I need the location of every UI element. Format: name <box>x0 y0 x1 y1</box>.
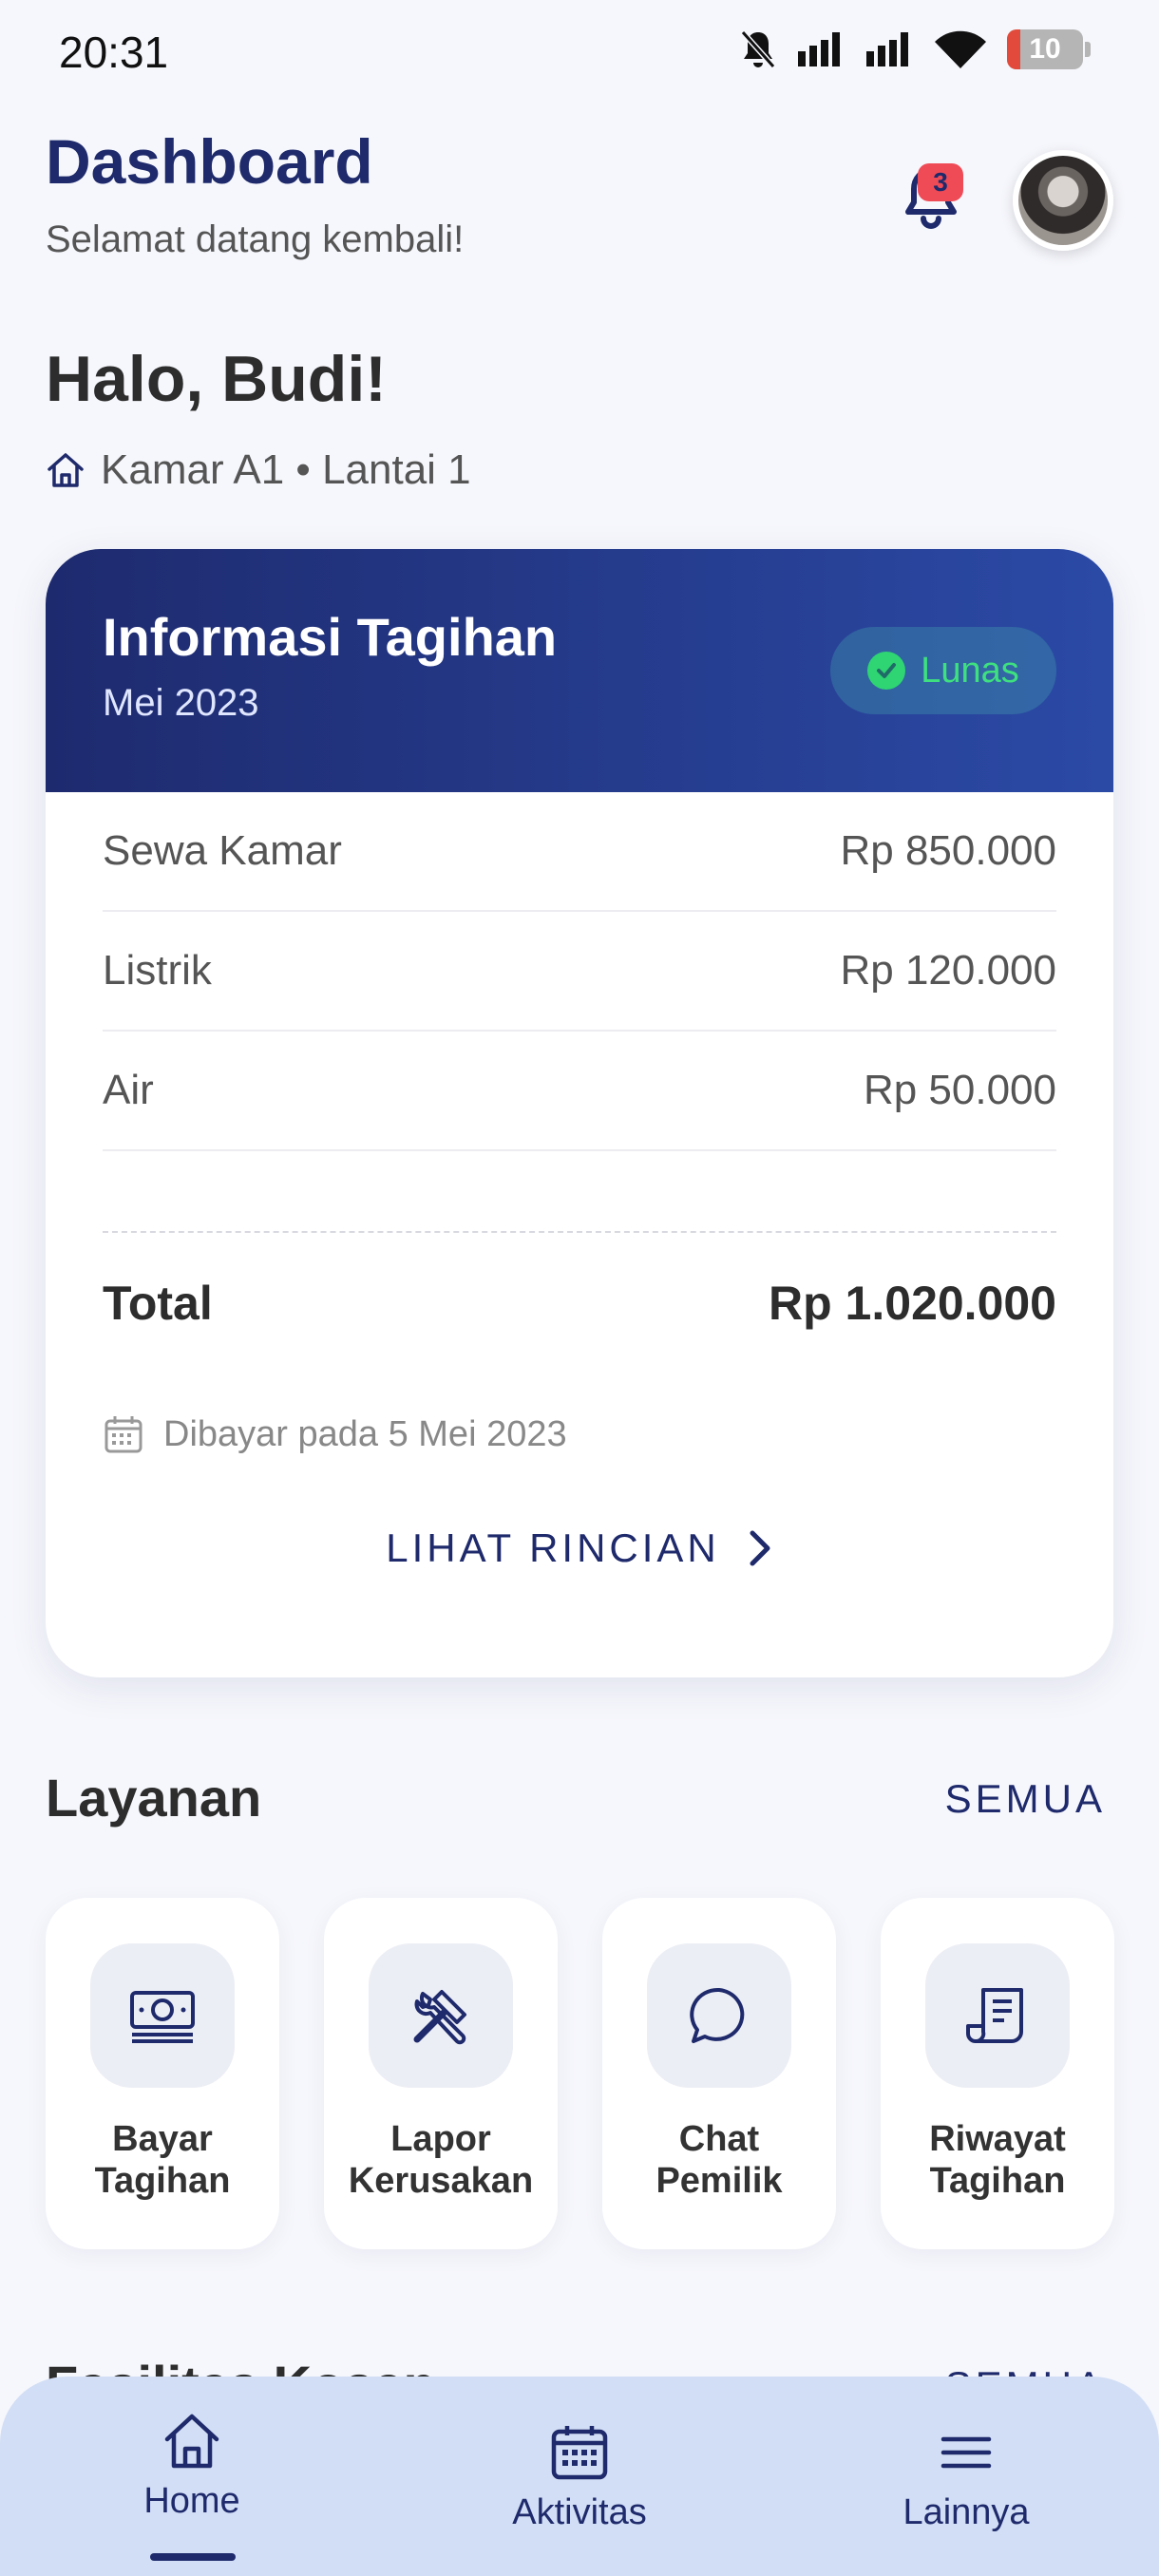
home-icon <box>164 2414 219 2469</box>
signal-icon-2 <box>866 32 908 66</box>
bill-card-header: Informasi Tagihan Mei 2023 Lunas <box>46 549 1113 792</box>
bill-item-amount: Rp 50.000 <box>863 1067 1056 1113</box>
bill-month: Mei 2023 <box>103 682 259 724</box>
status-time: 20:31 <box>59 28 169 77</box>
bill-item-amount: Rp 120.000 <box>840 947 1056 994</box>
total-amount: Rp 1.020.000 <box>769 1277 1056 1330</box>
service-label: Chat Pemilik <box>656 2119 783 2201</box>
status-bar: 20:31 10 <box>0 0 1159 104</box>
service-icon-box <box>90 1943 235 2088</box>
bill-row: Air Rp 50.000 <box>103 1032 1056 1151</box>
receipt-icon <box>966 1988 1023 2043</box>
paid-date: Dibayar pada 5 Mei 2023 <box>103 1413 567 1455</box>
mute-bell-icon <box>740 30 776 68</box>
bill-item-label: Air <box>103 1067 154 1113</box>
tools-icon <box>413 1990 466 2045</box>
paid-date-text: Dibayar pada 5 Mei 2023 <box>163 1413 567 1454</box>
bill-row: Sewa Kamar Rp 850.000 <box>103 792 1056 912</box>
service-icon-box <box>647 1943 791 2088</box>
nav-label: Aktivitas <box>512 2492 647 2532</box>
status-icons: 10 <box>739 28 1091 70</box>
menu-icon <box>940 2436 992 2469</box>
services-title: Layanan <box>46 1768 262 1828</box>
check-icon <box>867 652 906 690</box>
wifi-icon <box>935 30 986 68</box>
chevron-right-icon <box>750 1530 770 1566</box>
bill-item-amount: Rp 850.000 <box>840 827 1056 874</box>
service-pay-bill[interactable]: Bayar Tagihan <box>46 1898 279 2249</box>
status-badge-label: Lunas <box>921 650 1019 691</box>
bill-total: Total Rp 1.020.000 <box>103 1231 1056 1373</box>
notification-badge: 3 <box>918 163 963 201</box>
bill-row: Listrik Rp 120.000 <box>103 912 1056 1032</box>
service-label: Bayar Tagihan <box>94 2119 231 2201</box>
bill-item-label: Sewa Kamar <box>103 827 342 874</box>
service-icon-box <box>925 1943 1070 2088</box>
service-label: Lapor Kerusakan <box>348 2119 534 2201</box>
avatar[interactable] <box>1013 150 1113 251</box>
chat-icon <box>690 1987 745 2043</box>
room-label: Kamar A1 • Lantai 1 <box>101 446 471 493</box>
signal-icon <box>798 32 840 66</box>
service-report-damage[interactable]: Lapor Kerusakan <box>324 1898 558 2249</box>
bill-title: Informasi Tagihan <box>103 607 558 667</box>
nav-label: Home <box>143 2481 240 2521</box>
total-label: Total <box>103 1277 213 1330</box>
service-label: Riwayat Tagihan <box>929 2119 1066 2201</box>
services-see-all-link[interactable]: SEMUA <box>945 1776 1106 1822</box>
view-details-label: LIHAT RINCIAN <box>386 1525 720 1570</box>
page-title: Dashboard <box>46 126 373 197</box>
nav-label: Lainnya <box>902 2492 1030 2532</box>
room-info: Kamar A1 • Lantai 1 <box>46 446 471 494</box>
service-icon-box <box>369 1943 513 2088</box>
service-bill-history[interactable]: Riwayat Tagihan <box>881 1898 1114 2249</box>
greeting: Halo, Budi! <box>46 343 387 415</box>
battery-indicator: 10 <box>1007 29 1091 69</box>
home-icon <box>48 453 84 487</box>
service-chat-owner[interactable]: Chat Pemilik <box>602 1898 836 2249</box>
view-details-button[interactable]: LIHAT RINCIAN <box>46 1525 1113 1571</box>
page-subtitle: Selamat datang kembali! <box>46 218 465 260</box>
dashboard-screen: 20:31 10 Dashboard Selamat datang kembal… <box>0 0 1159 2576</box>
nav-active-indicator <box>150 2553 236 2561</box>
bottom-navigation: Home Aktivitas Lainnya <box>0 2377 1159 2576</box>
nav-home[interactable]: Home <box>78 2411 306 2522</box>
bill-card: Informasi Tagihan Mei 2023 Lunas Sewa Ka… <box>46 549 1113 1677</box>
nav-activity[interactable]: Aktivitas <box>466 2422 694 2533</box>
status-badge: Lunas <box>830 627 1056 714</box>
bill-item-label: Listrik <box>103 947 212 994</box>
money-icon <box>130 1991 195 2043</box>
nav-more[interactable]: Lainnya <box>852 2422 1080 2533</box>
calendar-icon <box>551 2426 608 2480</box>
calendar-icon <box>104 1416 142 1453</box>
